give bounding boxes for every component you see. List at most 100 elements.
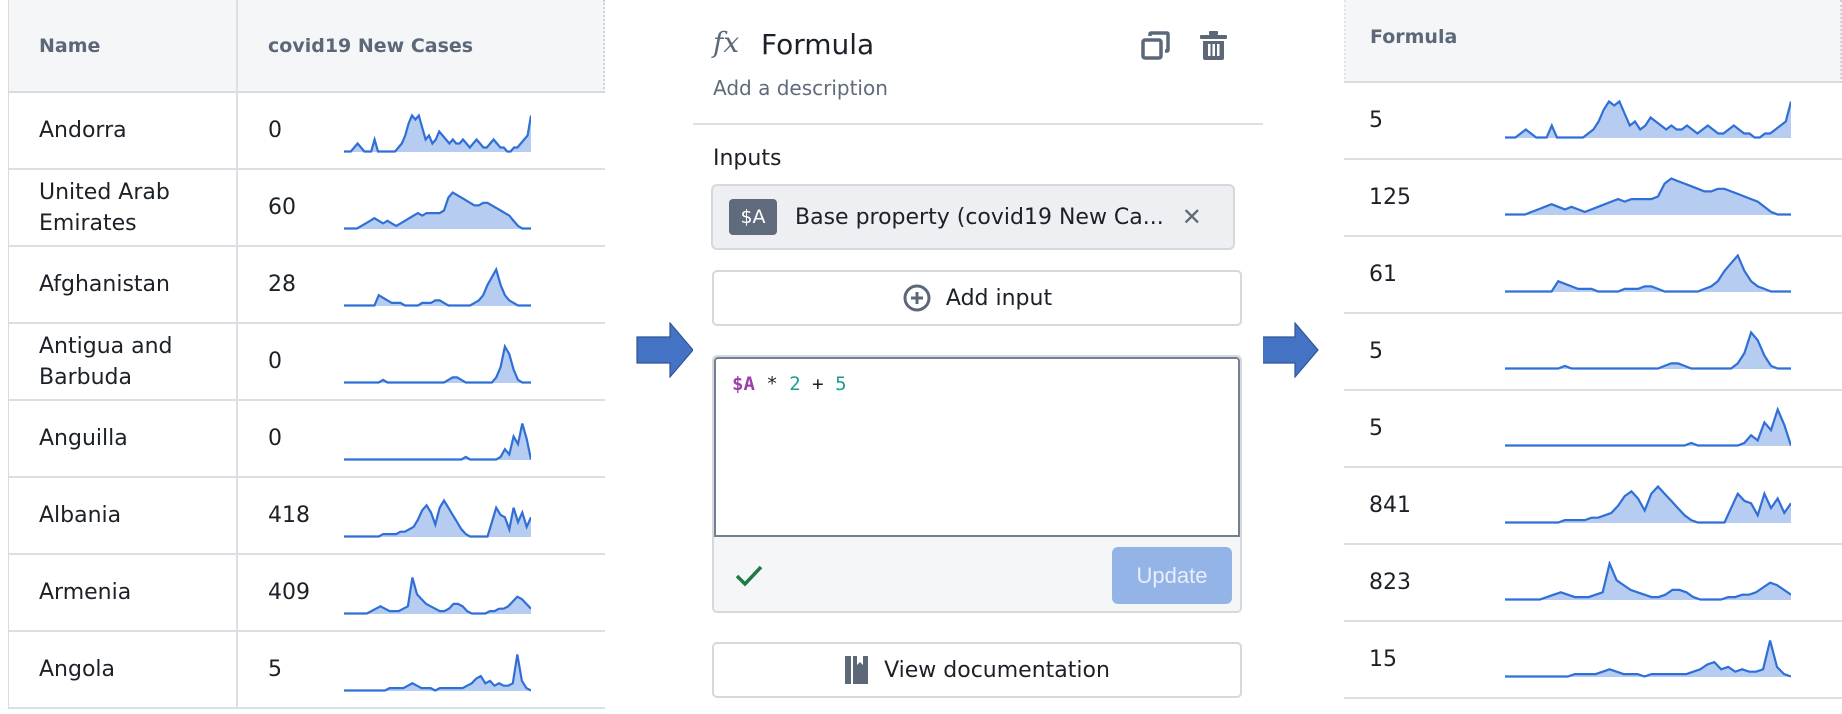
sparkline-line [1505,639,1791,678]
table-row[interactable]: United Arab Emirates 60 [9,170,605,247]
add-input-label: Add input [945,285,1053,311]
book-icon [845,656,869,684]
sparkline-chart [1505,406,1791,447]
formula-value: 15 [1369,647,1397,672]
table-header: Name covid19 New Cases [9,0,605,93]
country-name: Armenia [9,555,238,630]
check-icon [735,565,763,587]
new-cases-value: 60 [268,195,296,220]
new-cases-value: 28 [268,272,296,297]
result-table: Formula 5 125 61 5 5 841 823 15 [1344,0,1842,699]
editor-footer: Update [714,537,1240,611]
token-operator: * [766,373,778,395]
sparkline-chart [344,190,531,230]
table-row[interactable]: Angola 5 [9,632,605,709]
table-row[interactable]: Andorra 0 [9,93,605,170]
remove-input-icon[interactable]: ✕ [1182,203,1202,231]
source-table: Name covid19 New Cases Andorra 0 United Ar… [8,0,605,709]
sparkline-chart [1505,99,1791,139]
expression-input[interactable]: $A * 2 + 5 [714,357,1240,537]
table-row[interactable]: Armenia 409 [9,555,605,632]
table-row[interactable]: 125 [1344,160,1842,237]
table-row[interactable]: 5 [1344,391,1842,468]
sparkline-line [344,576,531,615]
new-cases-value: 409 [268,580,310,605]
panel-header: fx Formula Add a description [693,0,1263,125]
new-cases-value: 5 [268,657,282,682]
country-name: Antigua and Barbuda [9,324,238,399]
plus-circle-icon [903,284,931,312]
input-chip[interactable]: $A Base property (covid19 New Ca... ✕ [711,184,1235,250]
view-documentation-label: View documentation [884,657,1110,683]
column-header-formula[interactable]: Formula [1346,0,1457,77]
country-name: Afghanistan [9,247,238,322]
sparkline-chart [344,112,531,153]
arrow-right-icon [1261,322,1319,378]
table-row[interactable]: Afghanistan 28 [9,247,605,324]
duplicate-icon[interactable] [1140,30,1172,62]
formula-value: 5 [1369,108,1383,133]
sparkline-chart [1505,639,1791,678]
table-row[interactable]: 841 [1344,468,1842,545]
formula-value: 61 [1369,262,1397,287]
table-row[interactable]: Anguilla 0 [9,401,605,478]
sparkline-line [1505,560,1791,601]
formula-panel: fx Formula Add a description Inputs $A B… [693,0,1263,714]
country-name: Anguilla [9,401,238,476]
sparkline-line [344,422,531,461]
country-name: United Arab Emirates [9,170,238,245]
view-documentation-button[interactable]: View documentation [712,642,1242,698]
panel-title[interactable]: Formula [761,28,874,61]
new-cases-value: 0 [268,426,282,451]
sparkline-area [1505,332,1791,369]
sparkline-chart [344,266,531,307]
update-button[interactable]: Update [1112,547,1232,604]
sparkline-chart [1505,329,1791,370]
description-field[interactable]: Add a description [713,76,888,100]
country-name: Andorra [9,93,238,168]
formula-value: 125 [1369,185,1411,210]
new-cases-value: 418 [268,503,310,528]
new-cases-value: 0 [268,118,282,143]
table-row[interactable]: 15 [1344,622,1842,699]
sparkline-chart [1505,176,1791,216]
sparkline-area [1505,178,1791,215]
token-variable: $A [732,373,755,395]
table-row[interactable]: 5 [1344,83,1842,160]
sparkline-chart [1505,560,1791,601]
table-row[interactable]: 823 [1344,545,1842,622]
sparkline-chart [344,653,531,692]
input-property-label[interactable]: Base property (covid19 New Ca... [795,205,1164,230]
table-row[interactable]: Antigua and Barbuda 0 [9,324,605,401]
formula-value: 823 [1369,570,1411,595]
sparkline-chart [344,422,531,461]
formula-value: 5 [1369,339,1383,364]
column-header-new-cases[interactable]: covid19 New Cases [238,0,473,91]
sparkline-chart [1505,252,1791,293]
input-variable-badge: $A [729,199,777,235]
table-row[interactable]: 5 [1344,314,1842,391]
table-row[interactable]: 61 [1344,237,1842,314]
sparkline-chart [344,497,531,538]
new-cases-value: 0 [268,349,282,374]
trash-icon[interactable] [1198,30,1230,62]
sparkline-line [344,653,531,692]
fx-icon: fx [713,26,740,59]
token-operator: + [812,373,824,395]
country-name: Albania [9,478,238,553]
table-row[interactable]: Albania 418 [9,478,605,555]
formula-value: 5 [1369,416,1383,441]
sparkline-chart [1505,484,1791,524]
sparkline-chart [344,343,531,384]
inputs-label: Inputs [713,146,782,171]
country-name: Angola [9,632,238,707]
formula-editor: $A * 2 + 5 Update [712,355,1242,613]
formula-value: 841 [1369,493,1411,518]
add-input-button[interactable]: Add input [712,270,1242,326]
sparkline-area [1505,409,1791,446]
column-header-name[interactable]: Name [9,0,238,91]
token-number: 5 [835,373,847,395]
arrow-right-icon [636,322,694,378]
sparkline-chart [344,576,531,615]
token-number: 2 [789,373,801,395]
